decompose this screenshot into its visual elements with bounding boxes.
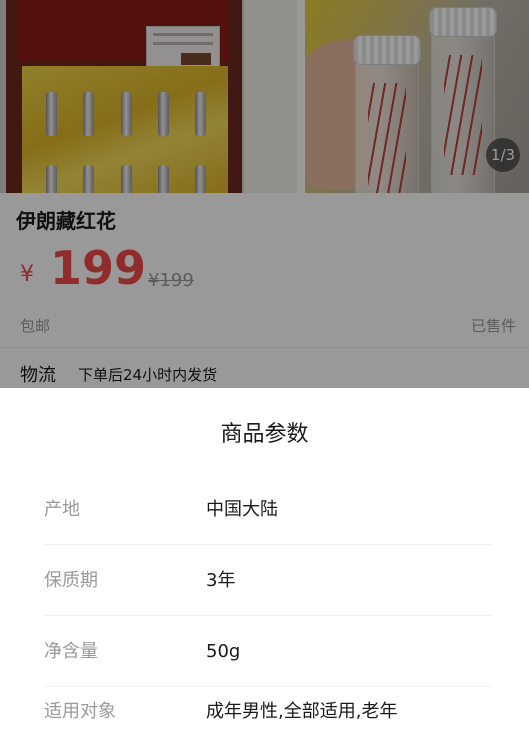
row-divider [44,686,492,687]
param-value: 成年男性,全部适用,老年 [206,701,398,722]
param-label: 适用对象 [44,701,116,722]
param-row: 产地 中国大陆 [44,474,492,545]
sheet-title: 商品参数 [220,422,309,447]
param-label: 产地 [44,499,80,520]
modal-overlay[interactable] [0,0,529,388]
param-row: 净含量 50g [44,616,492,687]
param-row: 适用对象 成年男性,全部适用,老年 [44,688,492,728]
params-bottom-sheet: 商品参数 产地 中国大陆 保质期 3年 净含量 50g 适用对象 成年男性,全部… [0,388,529,742]
param-value: 中国大陆 [206,499,278,520]
param-value: 50g [206,641,241,662]
param-label: 净含量 [44,641,98,662]
param-row: 保质期 3年 [44,545,492,616]
param-label: 保质期 [44,570,98,591]
param-value: 3年 [206,570,236,591]
product-page: 1/3 伊朗藏红花 ¥ 199 ¥199 包邮 已售件 物流 下单后24小时内发… [0,0,529,742]
